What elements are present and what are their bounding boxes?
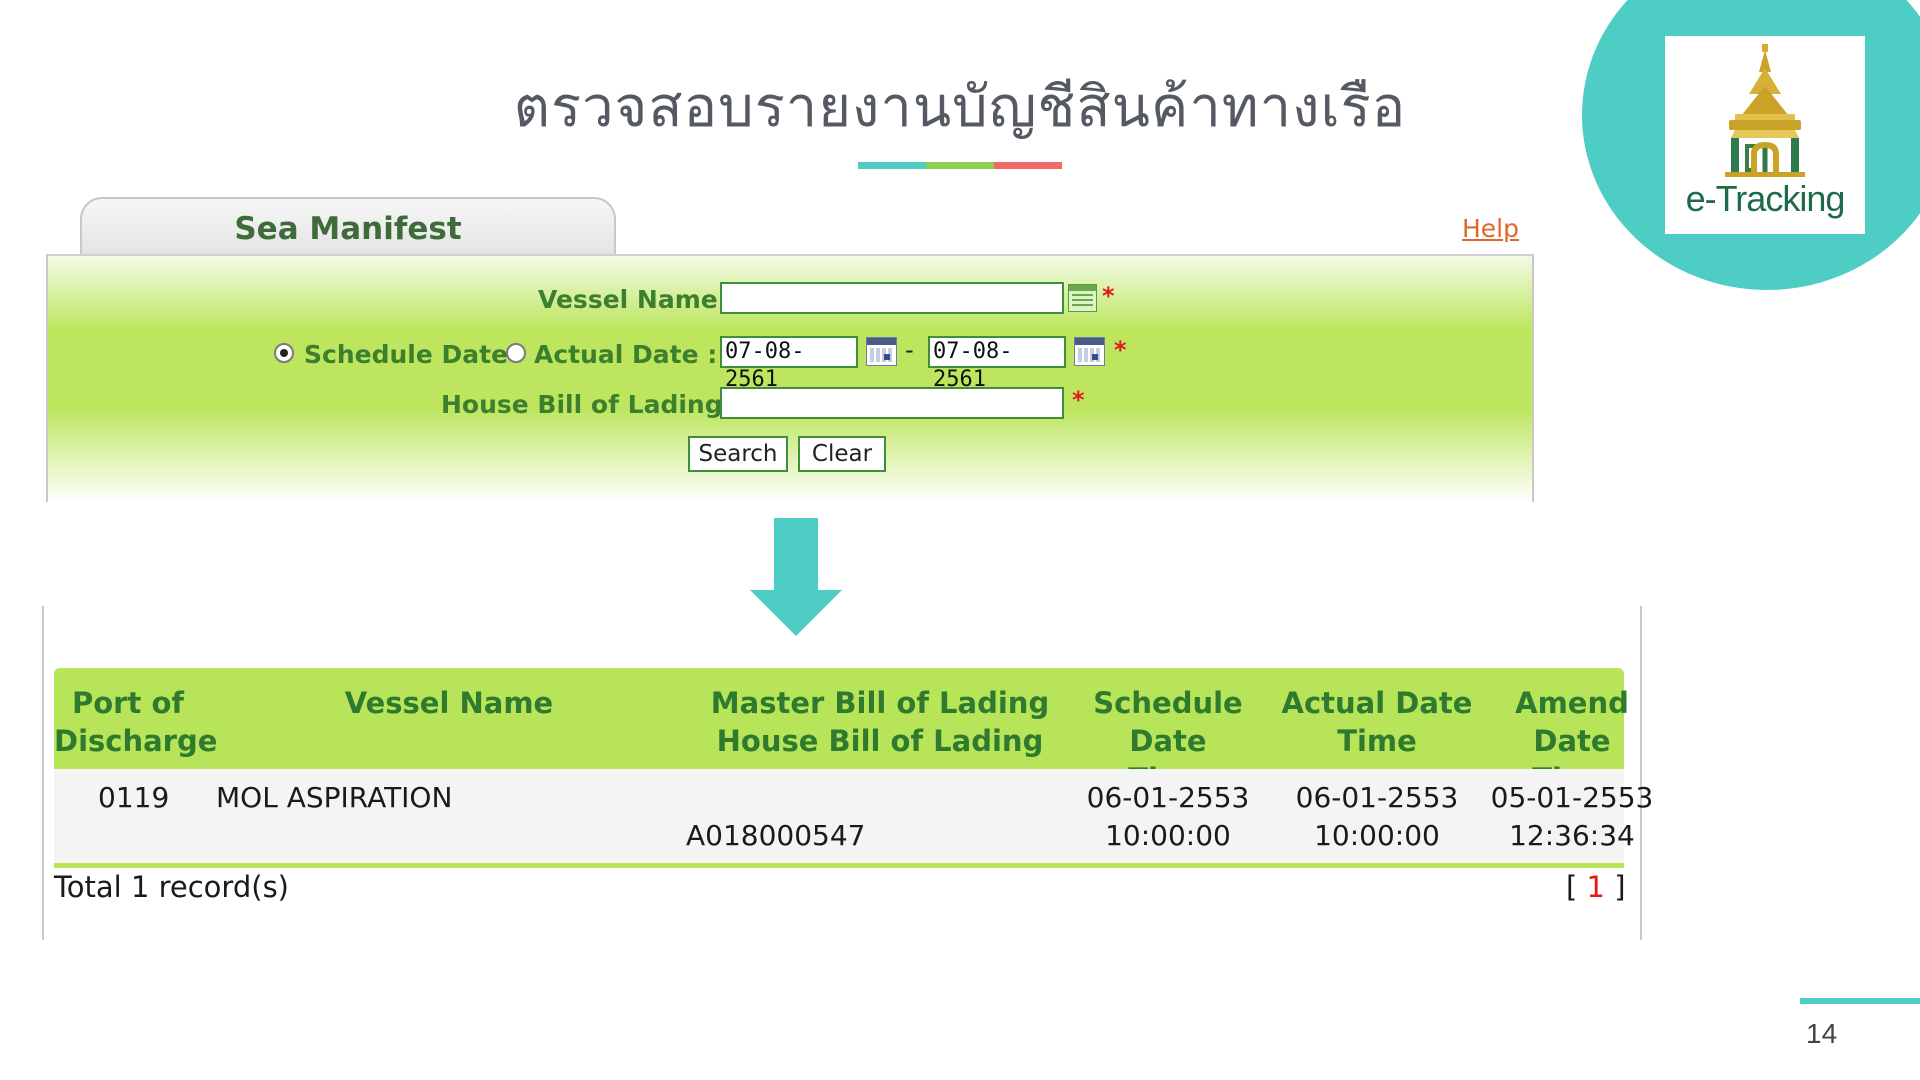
schedule-date-label: Schedule Date <box>304 340 509 369</box>
logo-text: e-Tracking <box>1685 178 1846 219</box>
page-number: 14 <box>1806 1018 1838 1049</box>
actual-date-radio[interactable] <box>506 343 526 363</box>
pagination: [ 1 ] <box>1566 870 1626 904</box>
page-link-1[interactable]: 1 <box>1587 870 1605 904</box>
cell-amend-date: 05-01-2553 12:36:34 <box>1490 781 1654 852</box>
schedule-date-radio[interactable] <box>274 343 294 363</box>
help-link[interactable]: Help <box>1462 214 1519 243</box>
cell-schedule-date: 06-01-2553 10:00:00 <box>1086 781 1250 852</box>
down-arrow-icon <box>774 518 818 592</box>
underline-segment-red <box>994 162 1062 169</box>
title-underline <box>858 162 1062 169</box>
house-bill-required-mark: * <box>1072 386 1085 414</box>
vessel-name-label: Vessel Name : <box>538 285 737 314</box>
cell-port: 0119 <box>98 781 170 814</box>
date-to-calendar-icon[interactable] <box>1074 337 1105 366</box>
total-records: Total 1 record(s) <box>54 870 289 904</box>
column-header-port: Port of Discharge <box>54 686 218 758</box>
sea-manifest-tab-label: Sea Manifest <box>234 211 462 247</box>
cell-vessel-name: MOL ASPIRATION <box>216 781 453 814</box>
vessel-list-icon[interactable] <box>1068 284 1097 312</box>
date-from-input[interactable]: 07-08-2561 <box>720 336 858 392</box>
date-from-calendar-icon[interactable] <box>866 337 897 366</box>
vessel-name-input[interactable] <box>720 282 1064 314</box>
actual-date-label: Actual Date : <box>534 340 718 369</box>
cell-actual-date: 06-01-2553 10:00:00 <box>1295 781 1459 852</box>
underline-segment-green <box>926 162 994 169</box>
date-to-input[interactable]: 07-08-2561 <box>928 336 1066 392</box>
pager-bracket-close: ] <box>1614 870 1626 904</box>
pager-bracket-open: [ <box>1566 870 1578 904</box>
house-bill-input[interactable] <box>720 387 1064 419</box>
vessel-required-mark: * <box>1102 282 1115 310</box>
clear-button[interactable]: Clear <box>798 436 886 472</box>
results-table-header: Port of Discharge Vessel Name Master Bil… <box>54 668 1629 796</box>
page-number-line <box>1800 998 1920 1004</box>
column-header-vessel: Vessel Name <box>344 686 554 720</box>
e-tracking-logo: e-Tracking <box>1665 36 1865 234</box>
thai-customs-emblem-icon <box>1725 44 1805 177</box>
house-bill-label: House Bill of Lading : <box>441 390 742 419</box>
cell-house-bill: A018000547 <box>686 819 866 852</box>
sea-manifest-tab[interactable]: Sea Manifest <box>80 197 616 257</box>
date-range-separator: - <box>905 336 914 364</box>
column-header-actual-date: Actual Date Time <box>1281 686 1473 758</box>
search-button[interactable]: Search <box>688 436 788 472</box>
table-row[interactable]: 0119 MOL ASPIRATION A018000547 06-01-255… <box>54 769 1653 868</box>
underline-segment-teal <box>858 162 926 169</box>
date-required-mark: * <box>1114 336 1127 364</box>
column-header-bill-of-lading: Master Bill of Lading House Bill of Ladi… <box>710 686 1050 758</box>
